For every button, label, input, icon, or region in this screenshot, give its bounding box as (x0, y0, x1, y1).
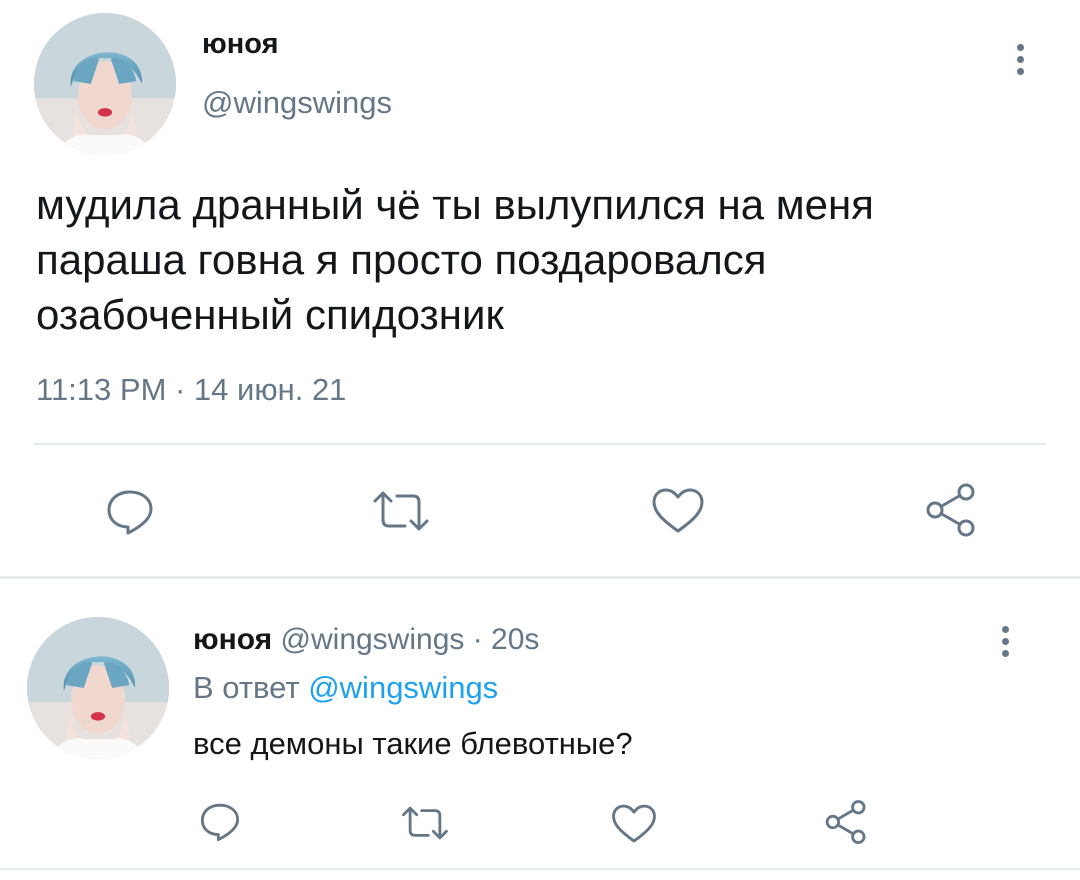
avatar[interactable] (34, 13, 176, 155)
more-vertical-icon[interactable] (1008, 40, 1034, 80)
tweet-separator (0, 576, 1080, 579)
divider (0, 868, 1080, 870)
reply-to-handle-link[interactable]: @wingswings (308, 670, 498, 705)
more-vertical-icon[interactable] (993, 622, 1019, 662)
tweet-thread: юноя @wingswings мудила дранный чё ты вы… (0, 0, 1080, 880)
heart-icon (612, 804, 656, 843)
reply-button[interactable] (101, 485, 159, 539)
reply-header: юноя @wingswings · 20s (193, 623, 539, 657)
tweet-timestamp[interactable]: 11:13 PM · 14 июн. 21 (36, 372, 346, 408)
reply-to-prefix: В ответ (193, 670, 300, 705)
share-icon (825, 800, 866, 844)
divider (34, 443, 1046, 445)
share-icon (926, 483, 975, 537)
avatar[interactable] (27, 617, 169, 759)
retweet-button[interactable] (368, 486, 434, 536)
like-button[interactable] (650, 486, 706, 536)
reply-bubble-icon (107, 490, 153, 535)
retweet-icon (373, 491, 429, 531)
display-name[interactable]: юноя (202, 28, 279, 61)
like-button[interactable] (610, 802, 658, 846)
reply-context: В ответ @wingswings (193, 670, 498, 706)
display-name[interactable]: юноя (193, 623, 272, 656)
share-button[interactable] (822, 798, 870, 846)
share-button[interactable] (923, 482, 979, 538)
heart-icon (652, 488, 704, 533)
username-and-time: @wingswings · 20s (280, 623, 540, 656)
reply-bubble-icon (200, 803, 240, 842)
tweet-text-line: озабоченный спидозник (36, 291, 504, 338)
avatar-image (34, 13, 176, 155)
tweet-text-line: параша говна я просто поздаровался (36, 236, 767, 283)
retweet-icon (402, 806, 448, 840)
tweet-text: мудила дранный чё ты вылупился на меня п… (36, 177, 1046, 342)
tweet-text: все демоны такие блевотные? (193, 726, 633, 761)
retweet-button[interactable] (397, 803, 453, 843)
tweet-text-line: мудила дранный чё ты вылупился на меня (36, 181, 874, 228)
username-handle[interactable]: @wingswings (202, 85, 392, 121)
main-tweet: юноя @wingswings мудила дранный чё ты вы… (0, 0, 1080, 578)
reply-button[interactable] (197, 800, 243, 844)
avatar-image (27, 617, 169, 759)
